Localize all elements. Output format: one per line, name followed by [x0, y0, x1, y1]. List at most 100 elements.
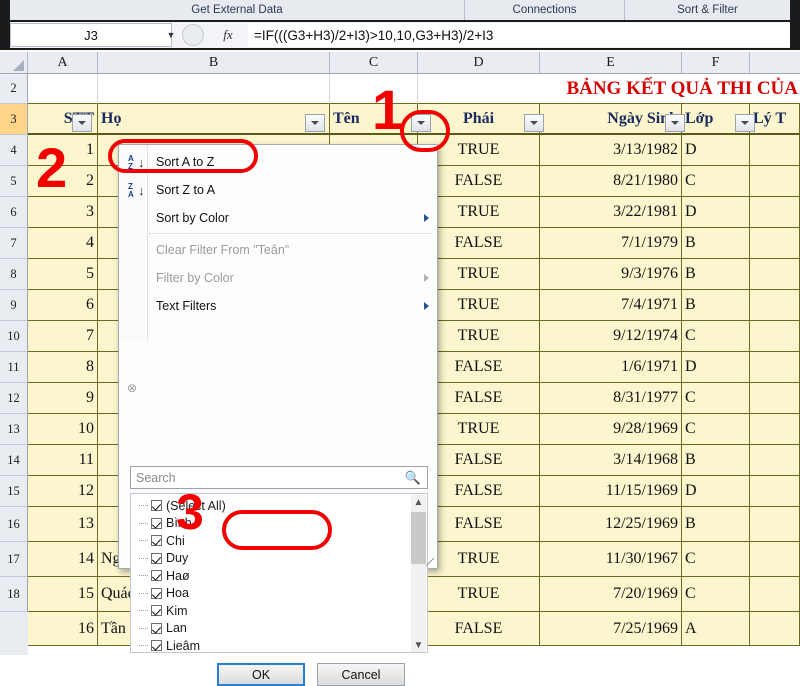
cell-r14-stt[interactable]: 12	[28, 476, 98, 507]
cell-r14-ly_t[interactable]	[750, 476, 800, 507]
row-header-12[interactable]: 12	[0, 383, 28, 414]
filter-list-item[interactable]: Hoa	[135, 585, 413, 603]
row-header-14[interactable]: 14	[0, 445, 28, 476]
filter-button-lop[interactable]	[735, 114, 755, 132]
filter-list-item[interactable]: Duy	[135, 550, 413, 568]
cell-r3-ly_t[interactable]	[750, 135, 800, 166]
cell-r5-stt[interactable]: 3	[28, 197, 98, 228]
cell-r9-lop[interactable]: C	[682, 321, 750, 352]
menu-item-sort-z-to-a[interactable]: ZA↓ Sort Z to A	[120, 177, 437, 203]
cell-r7-lop[interactable]: B	[682, 259, 750, 290]
filter-list-item[interactable]: Lan	[135, 620, 413, 638]
checkbox-checked-icon[interactable]	[151, 500, 162, 511]
row-header-4[interactable]: 4	[0, 135, 28, 166]
column-header-b[interactable]: B	[98, 52, 330, 73]
cell-r9-ngay_sinh[interactable]: 9/12/1974	[540, 321, 682, 352]
header-cell-ho[interactable]: Họ	[98, 104, 330, 135]
header-cell-ngay_sinh[interactable]: Ngày Sinh	[540, 104, 682, 135]
cell-r16-lop[interactable]: C	[682, 542, 750, 577]
column-header-c[interactable]: C	[330, 52, 418, 73]
cell-r12-ngay_sinh[interactable]: 9/28/1969	[540, 414, 682, 445]
row-header-16[interactable]: 16	[0, 507, 28, 542]
cell-r10-stt[interactable]: 8	[28, 352, 98, 383]
cell-row1-ho[interactable]	[98, 74, 330, 104]
cell-r8-ngay_sinh[interactable]: 7/4/1971	[540, 290, 682, 321]
cell-r7-ngay_sinh[interactable]: 9/3/1976	[540, 259, 682, 290]
cell-row1-stt[interactable]	[28, 74, 98, 104]
cell-r5-ly_t[interactable]	[750, 197, 800, 228]
select-all-corner-button[interactable]	[0, 52, 28, 73]
filter-list-item[interactable]: Chi	[135, 532, 413, 550]
filter-list-item[interactable]: Kim	[135, 602, 413, 620]
checkbox-checked-icon[interactable]	[151, 553, 162, 564]
resize-grip-icon[interactable]	[426, 558, 434, 566]
cell-r13-stt[interactable]: 11	[28, 445, 98, 476]
cell-r4-stt[interactable]: 2	[28, 166, 98, 197]
row-header-3[interactable]: 3	[0, 104, 28, 135]
header-cell-ly_t[interactable]: Lý T	[750, 104, 800, 135]
cell-r15-ly_t[interactable]	[750, 507, 800, 542]
header-cell-phai[interactable]: Phái	[418, 104, 540, 135]
cell-r6-lop[interactable]: B	[682, 228, 750, 259]
row-header-18[interactable]: 18	[0, 577, 28, 612]
cell-r5-lop[interactable]: D	[682, 197, 750, 228]
header-cell-ten[interactable]: Tên	[330, 104, 418, 135]
checkbox-checked-icon[interactable]	[151, 623, 162, 634]
menu-item-text-filters[interactable]: Text Filters	[120, 293, 437, 319]
cell-r16-ngay_sinh[interactable]: 11/30/1967	[540, 542, 682, 577]
cell-r13-ngay_sinh[interactable]: 3/14/1968	[540, 445, 682, 476]
filter-list-item[interactable]: Haø	[135, 567, 413, 585]
filter-button-ngay-sinh[interactable]	[665, 114, 685, 132]
row-header-15[interactable]: 15	[0, 476, 28, 507]
cell-r18-ngay_sinh[interactable]: 7/25/1969	[540, 612, 682, 646]
menu-item-sort-by-color[interactable]: Sort by Color	[120, 205, 437, 231]
cell-r16-ly_t[interactable]	[750, 542, 800, 577]
scroll-down-icon[interactable]: ▼	[411, 638, 426, 653]
cell-r7-ly_t[interactable]	[750, 259, 800, 290]
cell-r13-ly_t[interactable]	[750, 445, 800, 476]
cell-r15-stt[interactable]: 13	[28, 507, 98, 542]
filter-list-item[interactable]: Bình	[135, 515, 413, 533]
cell-r4-lop[interactable]: C	[682, 166, 750, 197]
cell-r15-ngay_sinh[interactable]: 12/25/1969	[540, 507, 682, 542]
cell-r17-stt[interactable]: 15	[28, 577, 98, 612]
row-header-10[interactable]: 10	[0, 321, 28, 352]
cell-r3-stt[interactable]: 1	[28, 135, 98, 166]
cell-r8-lop[interactable]: B	[682, 290, 750, 321]
row-header-17[interactable]: 17	[0, 542, 28, 577]
cell-r6-ngay_sinh[interactable]: 7/1/1979	[540, 228, 682, 259]
ok-button[interactable]: OK	[217, 663, 305, 686]
cell-r9-stt[interactable]: 7	[28, 321, 98, 352]
checkbox-checked-icon[interactable]	[151, 570, 162, 581]
row-header-8[interactable]: 8	[0, 259, 28, 290]
checkbox-checked-icon[interactable]	[151, 535, 162, 546]
row-header-2[interactable]: 2	[0, 74, 28, 104]
cell-r18-lop[interactable]: A	[682, 612, 750, 646]
column-header-d[interactable]: D	[418, 52, 540, 73]
row-header-13[interactable]: 13	[0, 414, 28, 445]
checkbox-checked-icon[interactable]	[151, 640, 162, 651]
search-input[interactable]: Search 🔍	[130, 466, 428, 489]
checkbox-checked-icon[interactable]	[151, 518, 162, 529]
column-header-e[interactable]: E	[540, 52, 682, 73]
cell-r7-stt[interactable]: 5	[28, 259, 98, 290]
filter-button-ho[interactable]	[305, 114, 325, 132]
name-box[interactable]: J3	[10, 23, 172, 47]
column-header-g[interactable]	[750, 52, 800, 73]
column-header-f[interactable]: F	[682, 52, 750, 73]
cell-r17-ly_t[interactable]	[750, 577, 800, 612]
filter-button-ten[interactable]	[411, 114, 431, 132]
row-header-5[interactable]: 5	[0, 166, 28, 197]
cell-r3-lop[interactable]: D	[682, 135, 750, 166]
cell-r17-ngay_sinh[interactable]: 7/20/1969	[540, 577, 682, 612]
ribbon-group-sort-and-filter[interactable]: Sort & Filter	[625, 0, 790, 20]
scrollbar-thumb[interactable]	[411, 512, 426, 564]
column-header-a[interactable]: A	[28, 52, 98, 73]
cell-r6-ly_t[interactable]	[750, 228, 800, 259]
row-header-6[interactable]: 6	[0, 197, 28, 228]
cell-r12-lop[interactable]: C	[682, 414, 750, 445]
ribbon-group-get-external-data[interactable]: Get External Data	[10, 0, 465, 20]
cell-r17-lop[interactable]: C	[682, 577, 750, 612]
name-box-chevron-down-icon[interactable]: ▼	[160, 23, 182, 47]
cell-r11-ly_t[interactable]	[750, 383, 800, 414]
